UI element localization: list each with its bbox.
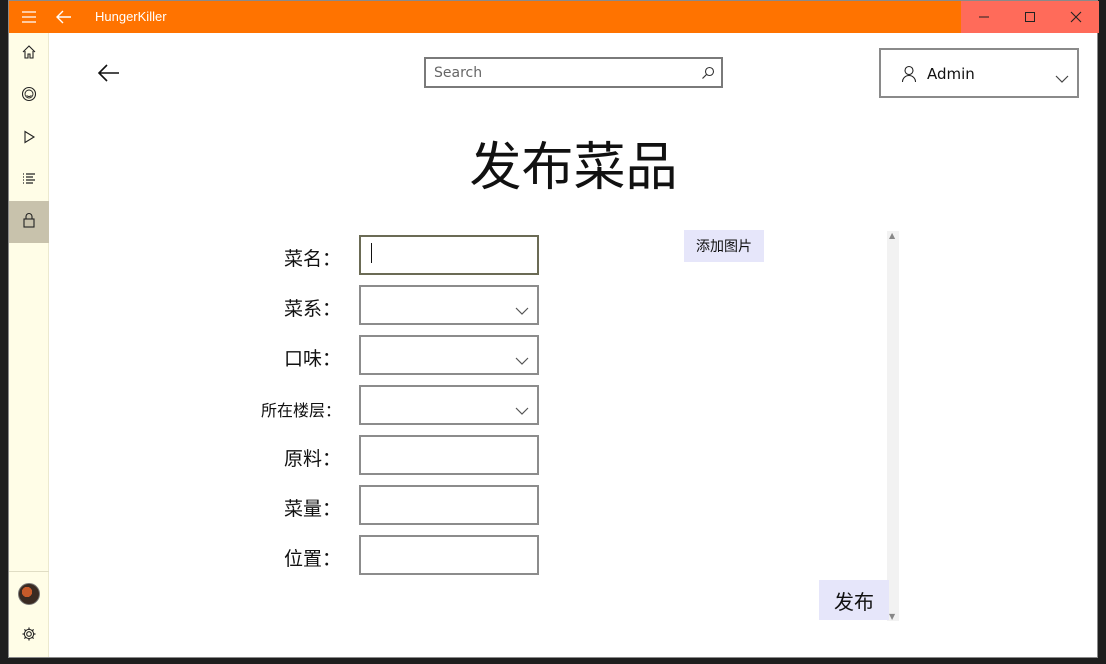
taste-select[interactable]: [359, 335, 539, 375]
scroll-up-icon[interactable]: ▲: [889, 231, 895, 240]
chevron-down-icon: [515, 350, 529, 369]
portion-label: 菜量：: [283, 498, 341, 520]
gear-icon: [21, 626, 37, 646]
hamburger-icon[interactable]: [9, 1, 49, 33]
search-icon[interactable]: [701, 65, 715, 84]
user-icon: [901, 65, 917, 87]
side-nav: [9, 33, 49, 657]
app-title: HungerKiller: [95, 9, 167, 24]
user-name: Admin: [927, 65, 975, 83]
play-icon: [22, 129, 36, 148]
location-field[interactable]: [359, 535, 539, 575]
lock-icon: [22, 212, 36, 232]
text-caret: [371, 243, 372, 263]
background-edge-right: [1098, 32, 1106, 664]
nav-item-play[interactable]: [9, 117, 49, 159]
main-content: Admin 发布菜品 菜名： 菜系： 口味： 所在楼层：: [49, 33, 1098, 657]
nav-item-home[interactable]: [9, 33, 49, 75]
page-title: 发布菜品: [469, 138, 678, 198]
dish-name-field[interactable]: [359, 235, 539, 275]
title-bar: HungerKiller: [9, 1, 1099, 33]
background-edge-left: [0, 32, 8, 664]
list-icon: [21, 171, 37, 190]
user-dropdown[interactable]: Admin: [879, 48, 1079, 98]
search-input[interactable]: [434, 63, 694, 83]
chevron-down-icon: [515, 400, 529, 419]
close-icon[interactable]: [1053, 1, 1099, 33]
nav-item-settings[interactable]: [9, 615, 49, 657]
taste-label: 口味：: [283, 348, 341, 370]
chevron-down-icon: [1055, 68, 1069, 87]
chevron-down-icon: [515, 300, 529, 319]
dish-name-label: 菜名：: [283, 248, 341, 270]
location-label: 位置：: [283, 548, 341, 570]
ingredients-field[interactable]: [359, 435, 539, 475]
add-image-button[interactable]: 添加图片: [684, 230, 764, 262]
back-arrow-icon[interactable]: [49, 1, 79, 33]
search-box: [424, 57, 723, 88]
portion-field[interactable]: [359, 485, 539, 525]
minimize-icon[interactable]: [961, 1, 1007, 33]
ingredients-label: 原料：: [283, 448, 341, 470]
page-back-button[interactable]: [97, 61, 121, 85]
nav-item-smiley[interactable]: [9, 75, 49, 117]
nav-item-lock[interactable]: [9, 201, 49, 243]
window-controls: [961, 1, 1099, 33]
avatar: [18, 583, 40, 605]
scroll-down-icon[interactable]: ▼: [889, 612, 895, 621]
smiley-icon: [21, 86, 37, 106]
floor-label: 所在楼层：: [260, 401, 341, 420]
nav-divider: [9, 571, 49, 572]
nav-item-list[interactable]: [9, 159, 49, 201]
floor-select[interactable]: [359, 385, 539, 425]
scrollbar[interactable]: ▲ ▼: [887, 231, 899, 621]
publish-button[interactable]: 发布: [819, 580, 889, 620]
cuisine-label: 菜系：: [283, 298, 341, 320]
app-window: HungerKiller Search Admin 发布菜品 菜名： 菜系： 口…: [8, 0, 1099, 658]
home-icon: [21, 44, 37, 64]
maximize-icon[interactable]: [1007, 1, 1053, 33]
nav-item-profile[interactable]: [9, 573, 49, 615]
cuisine-select[interactable]: [359, 285, 539, 325]
